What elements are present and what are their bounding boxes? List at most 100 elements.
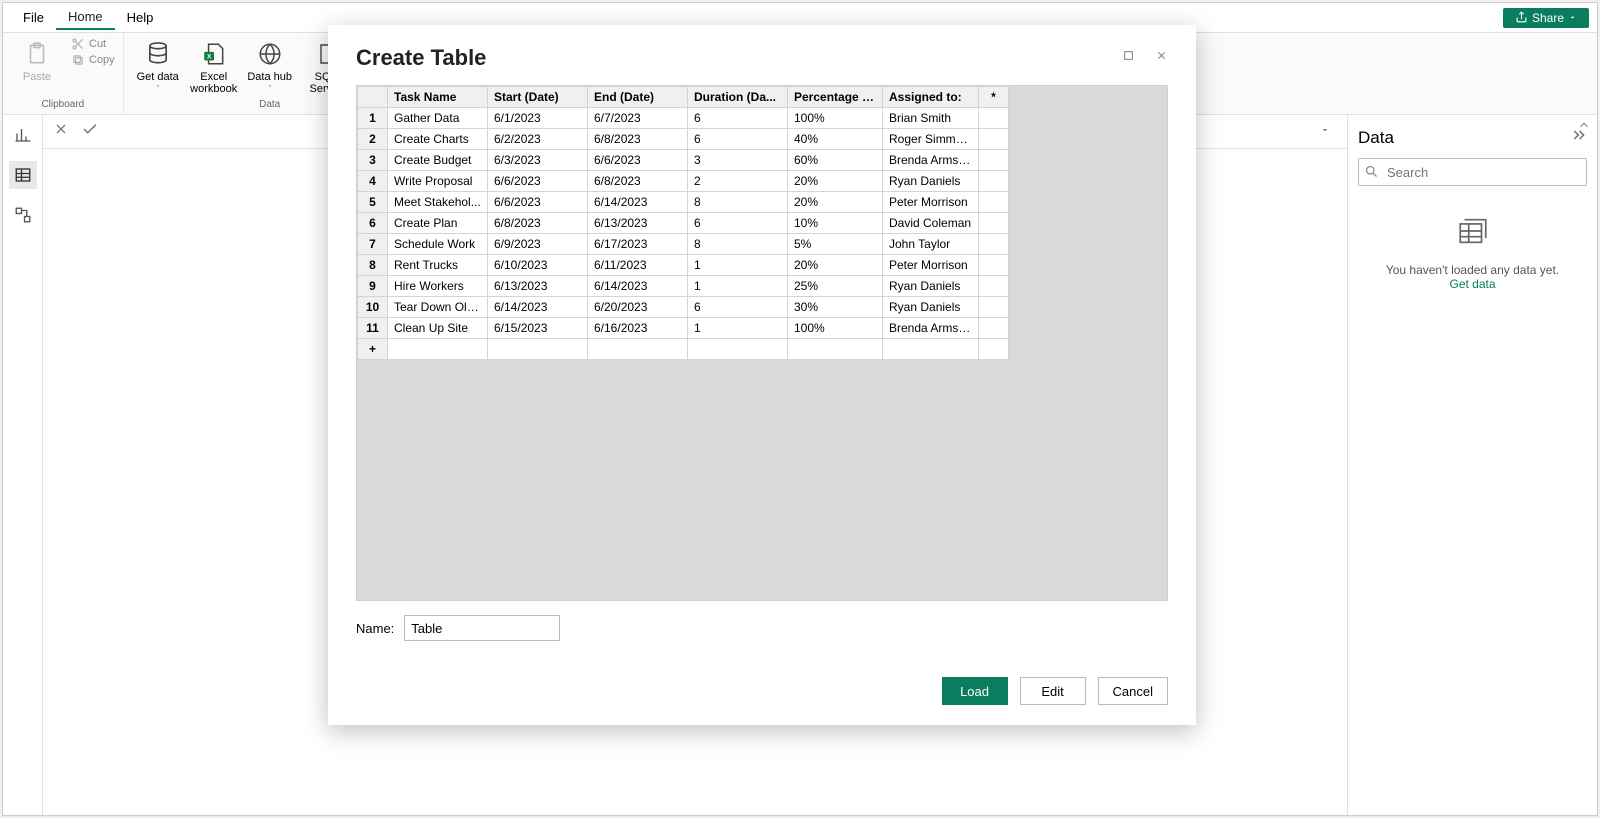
grid-cell[interactable]: Gather Data: [388, 108, 488, 129]
grid-cell[interactable]: 6/10/2023: [488, 255, 588, 276]
grid-cell[interactable]: 6/14/2023: [488, 297, 588, 318]
grid-cell[interactable]: 6/14/2023: [588, 192, 688, 213]
grid-cell[interactable]: 5%: [788, 234, 883, 255]
column-header[interactable]: Task Name: [388, 87, 488, 108]
grid-cell[interactable]: Create Charts: [388, 129, 488, 150]
table-row[interactable]: 1Gather Data6/1/20236/7/20236100%Brian S…: [358, 108, 1009, 129]
dialog-maximize-button[interactable]: [1122, 49, 1135, 67]
grid-cell[interactable]: Rent Trucks: [388, 255, 488, 276]
grid-cell[interactable]: [979, 192, 1009, 213]
add-column-button[interactable]: *: [979, 87, 1009, 108]
grid-cell[interactable]: Brenda Armstr...: [883, 150, 979, 171]
grid-cell[interactable]: 6/15/2023: [488, 318, 588, 339]
grid-cell[interactable]: [979, 255, 1009, 276]
grid-cell[interactable]: 6/13/2023: [588, 213, 688, 234]
grid-cell[interactable]: [979, 339, 1009, 360]
table-row[interactable]: 10Tear Down Old ...6/14/20236/20/2023630…: [358, 297, 1009, 318]
grid-cell[interactable]: [788, 339, 883, 360]
grid-cell[interactable]: 6: [688, 297, 788, 318]
column-header[interactable]: Duration (Da...: [688, 87, 788, 108]
grid-cell[interactable]: 6/6/2023: [488, 171, 588, 192]
row-number[interactable]: 9: [358, 276, 388, 297]
grid-cell[interactable]: Roger Simmons: [883, 129, 979, 150]
column-header[interactable]: Assigned to:: [883, 87, 979, 108]
grid-cell[interactable]: 20%: [788, 255, 883, 276]
grid-cell[interactable]: Write Proposal: [388, 171, 488, 192]
row-number[interactable]: 6: [358, 213, 388, 234]
row-number[interactable]: 5: [358, 192, 388, 213]
grid-cell[interactable]: 6/8/2023: [488, 213, 588, 234]
grid-cell[interactable]: Clean Up Site: [388, 318, 488, 339]
dialog-close-button[interactable]: [1155, 49, 1168, 67]
grid-cell[interactable]: [979, 129, 1009, 150]
table-row[interactable]: 2Create Charts6/2/20236/8/2023640%Roger …: [358, 129, 1009, 150]
row-number[interactable]: 10: [358, 297, 388, 318]
edit-button[interactable]: Edit: [1020, 677, 1086, 705]
table-row[interactable]: 9Hire Workers6/13/20236/14/2023125%Ryan …: [358, 276, 1009, 297]
grid-cell[interactable]: Create Plan: [388, 213, 488, 234]
grid-cell[interactable]: Peter Morrison: [883, 255, 979, 276]
grid-cell[interactable]: 6/8/2023: [588, 129, 688, 150]
grid-cell[interactable]: Brian Smith: [883, 108, 979, 129]
grid-cell[interactable]: 8: [688, 234, 788, 255]
grid-cell[interactable]: 60%: [788, 150, 883, 171]
table-row[interactable]: 3Create Budget6/3/20236/6/2023360%Brenda…: [358, 150, 1009, 171]
grid-cell[interactable]: [979, 318, 1009, 339]
grid-cell[interactable]: [979, 297, 1009, 318]
grid-cell[interactable]: 40%: [788, 129, 883, 150]
grid-cell[interactable]: Ryan Daniels: [883, 297, 979, 318]
row-number[interactable]: 1: [358, 108, 388, 129]
grid-cell[interactable]: [388, 339, 488, 360]
grid-cell[interactable]: 6/11/2023: [588, 255, 688, 276]
grid-cell[interactable]: [979, 276, 1009, 297]
grid-cell[interactable]: 8: [688, 192, 788, 213]
row-number[interactable]: 8: [358, 255, 388, 276]
grid-cell[interactable]: 6/6/2023: [588, 150, 688, 171]
grid-cell[interactable]: 6/13/2023: [488, 276, 588, 297]
grid-cell[interactable]: 10%: [788, 213, 883, 234]
grid-cell[interactable]: [979, 108, 1009, 129]
grid-cell[interactable]: 6: [688, 108, 788, 129]
grid-cell[interactable]: 3: [688, 150, 788, 171]
table-row[interactable]: 11Clean Up Site6/15/20236/16/20231100%Br…: [358, 318, 1009, 339]
grid-cell[interactable]: John Taylor: [883, 234, 979, 255]
column-header[interactable]: Start (Date): [488, 87, 588, 108]
grid-cell[interactable]: Ryan Daniels: [883, 171, 979, 192]
row-header-blank[interactable]: [358, 87, 388, 108]
table-name-input[interactable]: [404, 615, 560, 641]
grid-cell[interactable]: Ryan Daniels: [883, 276, 979, 297]
grid-cell[interactable]: 6/7/2023: [588, 108, 688, 129]
load-button[interactable]: Load: [942, 677, 1008, 705]
data-entry-grid[interactable]: Task NameStart (Date)End (Date)Duration …: [357, 86, 1009, 360]
grid-cell[interactable]: 6: [688, 129, 788, 150]
grid-cell[interactable]: 6/6/2023: [488, 192, 588, 213]
grid-cell[interactable]: 1: [688, 318, 788, 339]
grid-cell[interactable]: 6/1/2023: [488, 108, 588, 129]
grid-cell[interactable]: Meet Stakehol...: [388, 192, 488, 213]
table-row[interactable]: 7Schedule Work6/9/20236/17/202385%John T…: [358, 234, 1009, 255]
row-number[interactable]: 7: [358, 234, 388, 255]
row-number[interactable]: 3: [358, 150, 388, 171]
grid-cell[interactable]: Schedule Work: [388, 234, 488, 255]
grid-cell[interactable]: [588, 339, 688, 360]
grid-cell[interactable]: 100%: [788, 108, 883, 129]
row-number[interactable]: 2: [358, 129, 388, 150]
table-row[interactable]: 4Write Proposal6/6/20236/8/2023220%Ryan …: [358, 171, 1009, 192]
grid-cell[interactable]: Hire Workers: [388, 276, 488, 297]
grid-cell[interactable]: 1: [688, 255, 788, 276]
grid-cell[interactable]: [979, 171, 1009, 192]
grid-cell[interactable]: [688, 339, 788, 360]
grid-cell[interactable]: David Coleman: [883, 213, 979, 234]
grid-cell[interactable]: Brenda Armstr...: [883, 318, 979, 339]
grid-cell[interactable]: 20%: [788, 192, 883, 213]
grid-cell[interactable]: Tear Down Old ...: [388, 297, 488, 318]
grid-cell[interactable]: 6/14/2023: [588, 276, 688, 297]
grid-cell[interactable]: [979, 213, 1009, 234]
row-number[interactable]: 11: [358, 318, 388, 339]
row-number[interactable]: 4: [358, 171, 388, 192]
grid-cell[interactable]: 6/2/2023: [488, 129, 588, 150]
grid-cell[interactable]: 6/20/2023: [588, 297, 688, 318]
grid-cell[interactable]: Create Budget: [388, 150, 488, 171]
grid-cell[interactable]: 2: [688, 171, 788, 192]
grid-cell[interactable]: 6: [688, 213, 788, 234]
